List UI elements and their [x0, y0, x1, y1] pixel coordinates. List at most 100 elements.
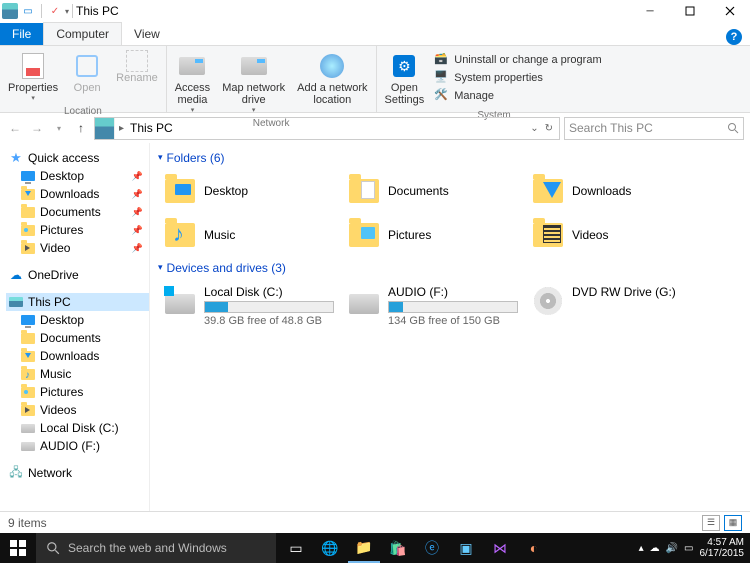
edge-icon[interactable]: 🌐 [314, 533, 346, 563]
tree-item[interactable]: Local Disk (C:) [6, 419, 149, 437]
help-button[interactable]: ? [726, 29, 742, 45]
folder-tile[interactable]: Downloads [528, 171, 708, 211]
app-icon[interactable]: ▣ [450, 533, 482, 563]
folder-tile[interactable]: ♪ Music [160, 215, 340, 255]
volume-icon[interactable]: 🔊 [666, 543, 678, 554]
globe-icon [320, 54, 344, 78]
open-button[interactable]: Open [66, 48, 108, 96]
app-icon[interactable]: ⋈ [484, 533, 516, 563]
drive-name: Local Disk (C:) [204, 285, 336, 299]
drive-list: Local Disk (C:) 39.8 GB free of 48.8 GB … [158, 279, 742, 333]
tab-view[interactable]: View [122, 23, 172, 45]
tree-item[interactable]: Videos [6, 401, 149, 419]
close-button[interactable] [710, 0, 750, 22]
folder-icon [20, 168, 36, 184]
file-explorer-icon[interactable]: 📁 [348, 533, 380, 563]
open-settings-button[interactable]: ⚙ Open Settings [381, 48, 429, 108]
add-network-location-button[interactable]: Add a network location [293, 48, 371, 108]
back-button[interactable]: ← [6, 119, 24, 137]
uninstall-programs-button[interactable]: 🗃️ Uninstall or change a program [434, 52, 601, 68]
folder-tile[interactable]: Videos [528, 215, 708, 255]
gear-icon: ⚙ [393, 55, 415, 77]
drive-tile[interactable]: Local Disk (C:) 39.8 GB free of 48.8 GB [160, 281, 340, 331]
folder-tile[interactable]: Desktop [160, 171, 340, 211]
folder-tile[interactable]: Documents [344, 171, 524, 211]
chevron-right-icon[interactable]: ▸ [115, 123, 128, 134]
folder-name: Desktop [204, 184, 336, 198]
tree-item[interactable]: Desktop📌 [6, 167, 149, 185]
tree-item[interactable]: Downloads📌 [6, 185, 149, 203]
tree-item[interactable]: AUDIO (F:) [6, 437, 149, 455]
nav-bar: ← → ▾ ↑ ▸ This PC ⌄ ↻ Search This PC [0, 113, 750, 143]
refresh-button[interactable]: ↻ [545, 123, 553, 134]
breadcrumb[interactable]: ▸ This PC ⌄ ↻ [94, 117, 560, 140]
tree-item[interactable]: Documents📌 [6, 203, 149, 221]
drive-tile[interactable]: AUDIO (F:) 134 GB free of 150 GB [344, 281, 524, 331]
tray-chevron-icon[interactable]: ▴ [639, 543, 644, 554]
task-view-button[interactable]: ▭ [280, 533, 312, 563]
window-title: This PC [76, 4, 119, 18]
map-network-drive-button[interactable]: Map network drive ▾ [218, 48, 289, 116]
start-button[interactable] [0, 533, 36, 563]
tree-item[interactable]: Documents [6, 329, 149, 347]
qat-properties-icon[interactable]: ✓ [47, 3, 63, 19]
folder-icon [20, 222, 36, 238]
folder-icon [20, 204, 36, 220]
folder-icon [532, 219, 564, 251]
qat-button[interactable]: ▭ [20, 3, 36, 19]
tree-item[interactable]: Desktop [6, 311, 149, 329]
action-center-icon[interactable]: ▭ [684, 543, 693, 554]
folder-icon [532, 175, 564, 207]
pin-icon: 📌 [132, 225, 143, 236]
folder-icon: ♪ [164, 219, 196, 251]
folder-tile[interactable]: Pictures [344, 215, 524, 255]
tree-this-pc[interactable]: This PC [6, 293, 149, 311]
qat-customize-dropdown[interactable]: ▾ [65, 7, 69, 16]
properties-button[interactable]: Properties ▾ [4, 48, 62, 104]
forward-button[interactable]: → [28, 119, 46, 137]
clock[interactable]: 4:57 AM 6/17/2015 [700, 537, 745, 559]
onedrive-tray-icon[interactable]: ☁ [650, 543, 660, 554]
rename-button[interactable]: Rename [112, 48, 162, 86]
manage-button[interactable]: 🛠️ Manage [434, 88, 601, 104]
tree-network[interactable]: 🖧 Network [6, 464, 149, 482]
folder-name: Music [204, 228, 336, 242]
breadcrumb-item[interactable]: This PC [128, 121, 175, 135]
tree-item[interactable]: Downloads [6, 347, 149, 365]
maximize-button[interactable] [670, 0, 710, 22]
tree-item[interactable]: Pictures📌 [6, 221, 149, 239]
access-media-button[interactable]: Access media ▾ [171, 48, 214, 116]
tree-item[interactable]: ♪Music [6, 365, 149, 383]
section-drives-header[interactable]: ▾ Devices and drives (3) [158, 261, 742, 275]
ribbon-tabs: File Computer View ? [0, 22, 750, 45]
ie-icon[interactable]: ⓔ [416, 533, 448, 563]
folder-icon [20, 312, 36, 328]
system-properties-button[interactable]: 🖥️ System properties [434, 70, 601, 86]
chevron-down-icon: ▾ [31, 94, 35, 102]
address-dropdown[interactable]: ⌄ [530, 123, 538, 134]
properties-icon [22, 53, 44, 79]
search-input[interactable]: Search This PC [564, 117, 744, 140]
tab-computer[interactable]: Computer [43, 22, 122, 45]
tree-quick-access[interactable]: ★ Quick access [6, 149, 149, 167]
store-icon[interactable]: 🛍️ [382, 533, 414, 563]
collapse-icon: ▾ [158, 152, 163, 163]
recent-dropdown[interactable]: ▾ [50, 119, 68, 137]
tiles-view-button[interactable]: ▦ [724, 515, 742, 531]
tree-item[interactable]: Pictures [6, 383, 149, 401]
separator [72, 4, 73, 18]
minimize-button[interactable]: ─ [630, 0, 670, 22]
app-icon[interactable]: ◐ [518, 533, 550, 563]
details-view-button[interactable]: ☰ [702, 515, 720, 531]
up-button[interactable]: ↑ [72, 119, 90, 137]
navigation-tree: ★ Quick access Desktop📌Downloads📌Documen… [0, 143, 150, 518]
box-icon: 🗃️ [434, 52, 450, 68]
folder-name: Downloads [572, 184, 704, 198]
taskbar-search[interactable]: Search the web and Windows [36, 533, 276, 563]
tree-item[interactable]: Video📌 [6, 239, 149, 257]
tree-onedrive[interactable]: ☁ OneDrive [6, 266, 149, 284]
section-folders-header[interactable]: ▾ Folders (6) [158, 151, 742, 165]
folder-icon [20, 420, 36, 436]
tab-file[interactable]: File [0, 23, 43, 45]
drive-tile[interactable]: DVD RW Drive (G:) [528, 281, 708, 331]
